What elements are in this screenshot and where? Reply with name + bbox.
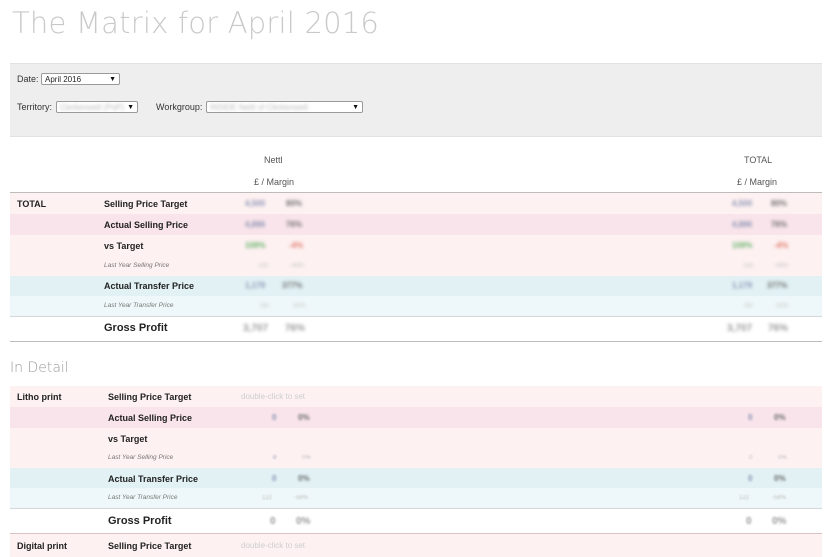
value-cell: 3,707	[727, 323, 753, 334]
date-select[interactable]: April 2016 ▼	[41, 73, 120, 85]
territory-select[interactable]: Clerkenwell (PoP) ▼	[56, 101, 138, 113]
margin-cell: -58%	[294, 495, 309, 501]
margin-cell: 0%	[298, 413, 310, 422]
margin-cell: 0%	[302, 455, 311, 461]
row-label: Actual Selling Price	[108, 413, 193, 423]
set-target-hint[interactable]: double-click to set	[241, 541, 305, 550]
margin-cell: 0%	[778, 455, 787, 461]
value-cell: 1,179	[245, 281, 266, 290]
page-title: The Matrix for April 2016	[12, 6, 380, 40]
margin-cell: 0%	[774, 413, 786, 422]
row-label: Actual Transfer Price	[104, 281, 195, 291]
set-target-hint[interactable]: double-click to set	[241, 392, 305, 401]
value-cell: 0	[749, 455, 753, 461]
row-label: Last Year Transfer Price	[108, 494, 178, 501]
section-digital-print: Digital print	[17, 541, 67, 551]
dropdown-arrow-icon: ▼	[127, 104, 134, 111]
value-cell: 4,500	[245, 199, 266, 208]
row-label: vs Target	[108, 434, 148, 444]
workgroup-select[interactable]: INSIDE Nettl of Clerkenwell ▼	[206, 101, 363, 113]
margin-cell: 0%	[296, 516, 311, 527]
value-cell: 187	[260, 303, 271, 309]
margin-cell: 31%	[776, 303, 789, 309]
margin-cell: 31%	[293, 303, 306, 309]
value-cell: 187	[744, 303, 755, 309]
value-cell: 3,707	[243, 323, 269, 334]
column-subheader-nettl: £ / Margin	[254, 177, 295, 187]
margin-cell: 377%	[767, 281, 788, 290]
row-label: vs Target	[104, 241, 144, 251]
value-cell: 135	[258, 263, 269, 269]
workgroup-label: Workgroup:	[156, 102, 203, 112]
margin-cell: 76%	[768, 323, 789, 334]
row-divider	[10, 316, 822, 317]
column-header-total: TOTAL	[744, 155, 773, 165]
value-cell: 0	[272, 413, 277, 422]
dropdown-arrow-icon: ▼	[352, 104, 359, 111]
section-litho-print: Litho print	[17, 392, 62, 402]
column-header-nettl: Nettl	[264, 155, 283, 165]
value-cell: 0	[748, 474, 753, 483]
margin-cell: 76%	[285, 323, 306, 334]
row-label: Selling Price Target	[108, 541, 192, 551]
value-cell: 4,886	[732, 220, 753, 229]
value-cell: 135	[743, 263, 754, 269]
in-detail-heading: In Detail	[10, 360, 69, 376]
margin-cell: 80%	[286, 199, 303, 208]
value-cell: 0	[270, 516, 276, 527]
margin-cell: 0%	[772, 516, 787, 527]
value-cell: 0	[272, 474, 277, 483]
margin-cell: 80%	[771, 199, 788, 208]
value-cell: 0	[748, 413, 753, 422]
margin-cell: -4%	[774, 241, 789, 250]
row-label: Last Year Selling Price	[108, 454, 174, 461]
section-total: TOTAL	[17, 199, 47, 209]
value-cell: 0	[746, 516, 752, 527]
workgroup-select-value: INSIDE Nettl of Clerkenwell	[210, 103, 308, 112]
dropdown-arrow-icon: ▼	[109, 76, 116, 83]
territory-label: Territory:	[17, 102, 53, 112]
margin-cell: -49%	[774, 263, 789, 269]
date-select-value: April 2016	[45, 75, 82, 84]
row-label: Gross Profit	[108, 515, 172, 527]
value-cell: 109%	[732, 241, 753, 250]
territory-select-value: Clerkenwell (PoP)	[60, 103, 125, 112]
margin-cell: 76%	[771, 220, 788, 229]
row-label: Last Year Transfer Price	[104, 302, 174, 309]
margin-cell: 76%	[286, 220, 303, 229]
row-divider	[10, 508, 822, 509]
margin-cell: -58%	[772, 495, 787, 501]
value-cell: 4,500	[732, 199, 753, 208]
row-label: Selling Price Target	[108, 392, 192, 402]
column-subheader-total: £ / Margin	[737, 177, 778, 187]
value-cell: 109%	[245, 241, 266, 250]
row-label: Actual Selling Price	[104, 220, 189, 230]
row-label: Selling Price Target	[104, 199, 188, 209]
row-label: Last Year Selling Price	[104, 262, 170, 269]
section-divider	[10, 341, 822, 342]
filters-panel: Date: April 2016 ▼ Territory: Clerkenwel…	[10, 63, 822, 137]
value-cell: 122	[262, 495, 273, 501]
value-cell: 0	[273, 455, 277, 461]
margin-cell: -49%	[290, 263, 305, 269]
margin-cell: 0%	[298, 474, 310, 483]
margin-cell: -4%	[289, 241, 304, 250]
row-label: Actual Transfer Price	[108, 474, 199, 484]
value-cell: 4,886	[245, 220, 266, 229]
margin-cell: 0%	[774, 474, 786, 483]
margin-cell: 377%	[282, 281, 303, 290]
value-cell: 122	[739, 495, 750, 501]
value-cell: 1,179	[732, 281, 753, 290]
date-label: Date:	[17, 74, 39, 84]
row-label: Gross Profit	[104, 322, 168, 334]
